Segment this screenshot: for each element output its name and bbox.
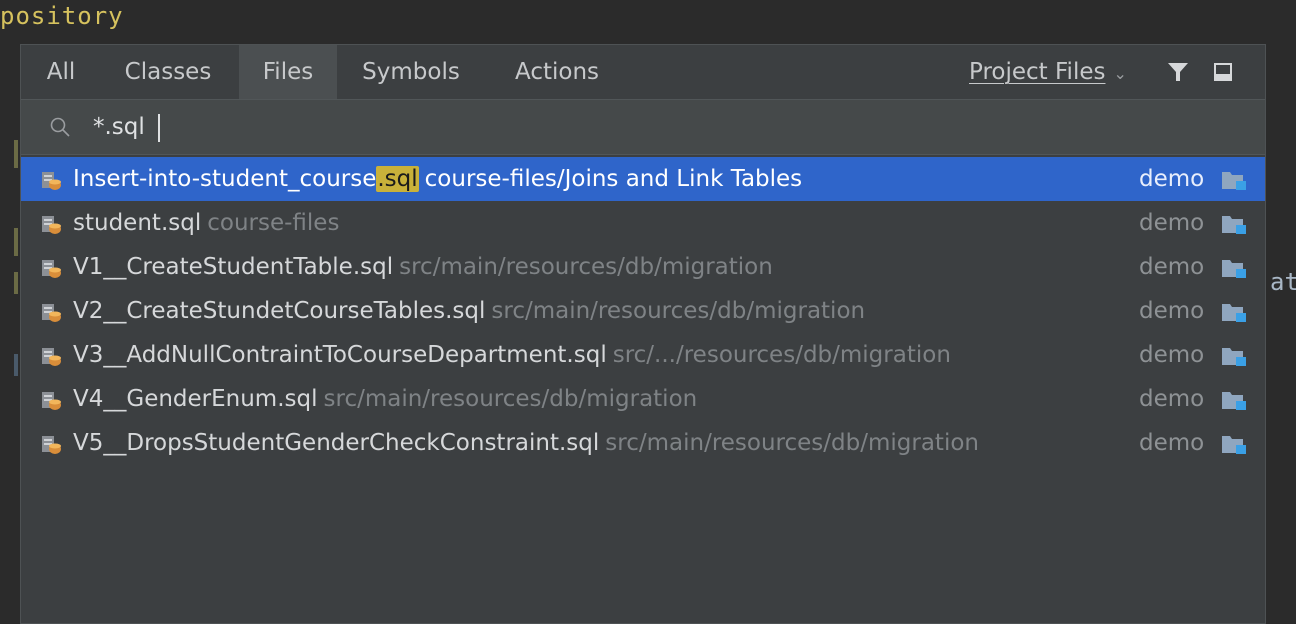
file-name-match: .sql: [445, 298, 486, 324]
result-row[interactable]: V2__CreateStundetCourseTables.sql src/mai…: [21, 289, 1265, 333]
editor-code-text: pository: [0, 2, 124, 30]
scope-label: Project Files: [969, 59, 1106, 85]
search-row: [21, 99, 1265, 155]
file-name-match: .sql: [566, 342, 607, 368]
result-text: V5__DropsStudentGenderCheckConstraint.sq…: [73, 421, 979, 465]
sql-file-icon: [42, 436, 61, 454]
tab-classes[interactable]: Classes: [107, 45, 229, 99]
result-row[interactable]: V5__DropsStudentGenderCheckConstraint.sq…: [21, 421, 1265, 465]
tab-files[interactable]: Files: [239, 45, 337, 99]
tabs-bar: All Classes Files Symbols Actions Projec…: [21, 45, 1265, 99]
scope-dropdown[interactable]: Project Files ⌄: [969, 45, 1127, 99]
editor-code-fragment: at: [1270, 268, 1296, 296]
file-name-match: .sql: [277, 386, 318, 412]
file-name: V4__GenderEnum.sql: [73, 386, 318, 412]
sql-file-icon: [42, 392, 61, 410]
file-path: src/main/resources/db/migration: [491, 298, 866, 324]
file-name: V5__DropsStudentGenderCheckConstraint.sq…: [73, 430, 599, 456]
sql-file-icon: [42, 260, 61, 278]
search-input[interactable]: [93, 108, 493, 146]
result-row[interactable]: Insert-into-student_course.sql course-fil…: [21, 157, 1265, 201]
file-name: V2__CreateStundetCourseTables.sql: [73, 298, 485, 324]
file-path: src/main/resources/db/migration: [323, 386, 698, 412]
file-name: V1__CreateStudentTable.sql: [73, 254, 393, 280]
result-text: V1__CreateStudentTable.sql src/main/resou…: [73, 245, 773, 289]
gutter-marker: [14, 272, 18, 294]
result-text: V2__CreateStundetCourseTables.sql src/mai…: [73, 289, 865, 333]
file-name-prefix: V2__CreateStundetCourseTables: [73, 298, 446, 324]
module-folder-icon: [1222, 436, 1246, 454]
module-folder-icon: [1222, 392, 1246, 410]
file-name-prefix: V1__CreateStudentTable: [73, 254, 353, 280]
file-name: student.sql: [73, 210, 201, 236]
result-row[interactable]: V1__CreateStudentTable.sql src/main/resou…: [21, 245, 1265, 289]
module-folder-icon: [1222, 348, 1246, 366]
file-path: course-files/Joins and Link Tables: [424, 166, 803, 192]
gutter-marker: [14, 140, 18, 168]
module-folder-icon: [1222, 216, 1246, 234]
result-text: Insert-into-student_course.sql course-fil…: [73, 157, 802, 201]
module-folder-icon: [1222, 260, 1246, 278]
pin-icon[interactable]: [1213, 62, 1233, 82]
result-row[interactable]: V4__GenderEnum.sql src/main/resources/db/…: [21, 377, 1265, 421]
result-text: V3__AddNullContraintToCourseDepartment.s…: [73, 333, 951, 377]
module-name: demo: [1139, 298, 1205, 324]
search-icon: [50, 117, 70, 137]
result-row[interactable]: V3__AddNullContraintToCourseDepartment.s…: [21, 333, 1265, 377]
chevron-down-icon: ⌄: [1113, 64, 1127, 83]
file-path: src/main/resources/db/migration: [605, 430, 979, 456]
file-path: course-files: [207, 210, 340, 236]
module-name: demo: [1139, 210, 1205, 236]
sql-file-icon: [42, 172, 61, 190]
sql-file-icon: [42, 304, 61, 322]
file-name-prefix: V4__GenderEnum: [73, 386, 278, 412]
file-name-prefix: Insert-into-student_course: [73, 166, 377, 192]
file-name-match: .sql: [376, 166, 419, 192]
tab-actions[interactable]: Actions: [495, 45, 619, 99]
file-path: src/.../resources/db/migration: [612, 342, 951, 368]
sql-file-icon: [42, 216, 61, 234]
file-name-match: .sql: [160, 210, 202, 236]
file-name-match: .sql: [558, 430, 600, 456]
text-caret: [158, 114, 160, 142]
module-name: demo: [1139, 254, 1205, 280]
file-path: src/main/resources/db/migration: [399, 254, 773, 280]
result-text: student.sql course-files: [73, 201, 339, 245]
result-row[interactable]: student.sql course-files demo: [21, 201, 1265, 245]
tab-all[interactable]: All: [29, 45, 93, 99]
search-everywhere-popup: All Classes Files Symbols Actions Projec…: [20, 44, 1266, 624]
file-name-prefix: student: [73, 210, 161, 236]
file-name: Insert-into-student_course.sql: [73, 166, 419, 192]
module-name: demo: [1139, 342, 1205, 368]
module-name: demo: [1139, 386, 1205, 412]
file-name-prefix: V5__DropsStudentGenderCheckConstraint: [73, 430, 559, 456]
module-name: demo: [1139, 430, 1205, 456]
editor-top-line: pository: [0, 0, 1296, 38]
module-folder-icon: [1222, 172, 1246, 190]
module-folder-icon: [1222, 304, 1246, 322]
file-name-prefix: V3__AddNullContraintToCourseDepartment: [73, 342, 567, 368]
result-text: V4__GenderEnum.sql src/main/resources/db/…: [73, 377, 697, 421]
sql-file-icon: [42, 348, 61, 366]
gutter-marker: [14, 354, 18, 376]
tab-symbols[interactable]: Symbols: [347, 45, 475, 99]
filter-icon[interactable]: [1166, 60, 1190, 84]
file-name-match: .sql: [352, 254, 394, 280]
module-name: demo: [1139, 166, 1205, 192]
file-name: V3__AddNullContraintToCourseDepartment.s…: [73, 342, 607, 368]
gutter-marker: [14, 228, 18, 256]
